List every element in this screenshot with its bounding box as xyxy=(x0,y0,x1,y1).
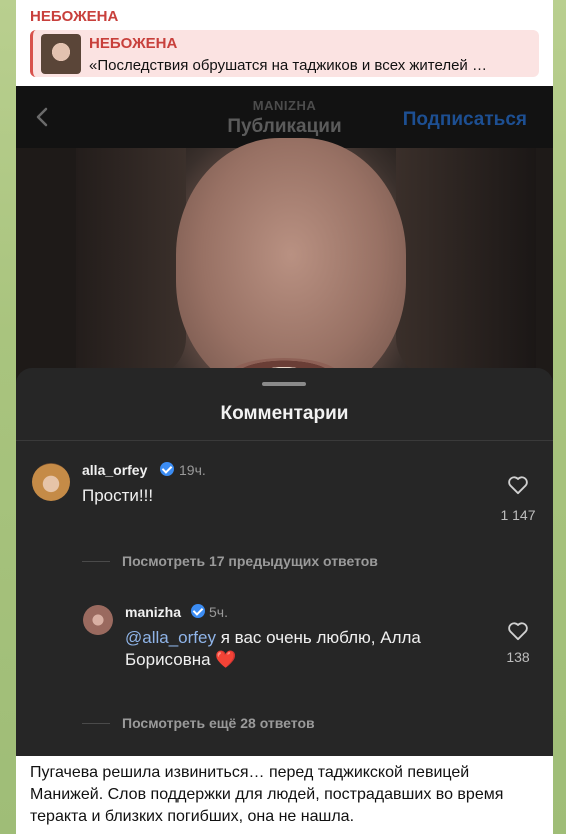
message-caption: Пугачева решила извиниться… перед таджик… xyxy=(30,764,504,825)
thread-line xyxy=(82,723,110,724)
instagram-screenshot[interactable]: MANIZHA Публикации Подписаться Комментар… xyxy=(16,86,553,756)
thread-line xyxy=(82,561,110,562)
comment-text: Прости!!! xyxy=(82,486,154,505)
comment-username: alla_orfey xyxy=(82,462,148,478)
red-heart-emoji: ❤️ xyxy=(215,650,237,669)
heart-outline-icon xyxy=(508,476,528,495)
reply-text-line2: Борисовна xyxy=(125,650,216,669)
mention-link: @alla_orfey xyxy=(125,628,216,647)
reply-thumbnail xyxy=(41,34,81,74)
message-bubble: НЕБОЖЕНА НЕБОЖЕНА «Последствия обрушатся… xyxy=(16,0,553,834)
view-previous-replies-link: Посмотреть 17 предыдущих ответов xyxy=(122,553,378,569)
reply-quote[interactable]: НЕБОЖЕНА «Последствия обрушатся на таджи… xyxy=(30,30,539,77)
photo-hair-left xyxy=(76,148,186,378)
like-count: 1 147 xyxy=(500,507,536,523)
verified-badge-icon xyxy=(191,604,205,618)
avatar xyxy=(83,605,113,635)
view-more-replies-link: Посмотреть ещё 28 ответов xyxy=(122,715,315,731)
comments-sheet: Комментарии alla_orfey 19ч. Прости!!! 1 … xyxy=(16,368,553,756)
sheet-grabber xyxy=(262,382,306,386)
reply-time: 5ч. xyxy=(209,604,228,620)
verified-badge-icon xyxy=(160,462,174,476)
comments-title: Комментарии xyxy=(220,403,349,424)
reply-text-line1: я вас очень люблю, Алла xyxy=(215,628,421,647)
post-photo xyxy=(16,138,553,398)
like-count: 138 xyxy=(506,649,530,665)
reply-text: @alla_orfey я вас очень люблю, Алла Борис… xyxy=(125,627,455,671)
heart-outline-icon xyxy=(508,622,528,641)
reply-text: «Последствия обрушатся на таджиков и все… xyxy=(89,57,487,74)
avatar xyxy=(32,463,70,501)
reply-username: manizha xyxy=(125,604,182,620)
comment-time: 19ч. xyxy=(179,462,206,478)
divider xyxy=(16,440,553,441)
channel-name[interactable]: НЕБОЖЕНА xyxy=(30,8,118,25)
subscribe-button: Подписаться xyxy=(402,109,527,130)
photo-hair-right xyxy=(396,148,536,378)
reply-title: НЕБОЖЕНА xyxy=(89,35,178,52)
